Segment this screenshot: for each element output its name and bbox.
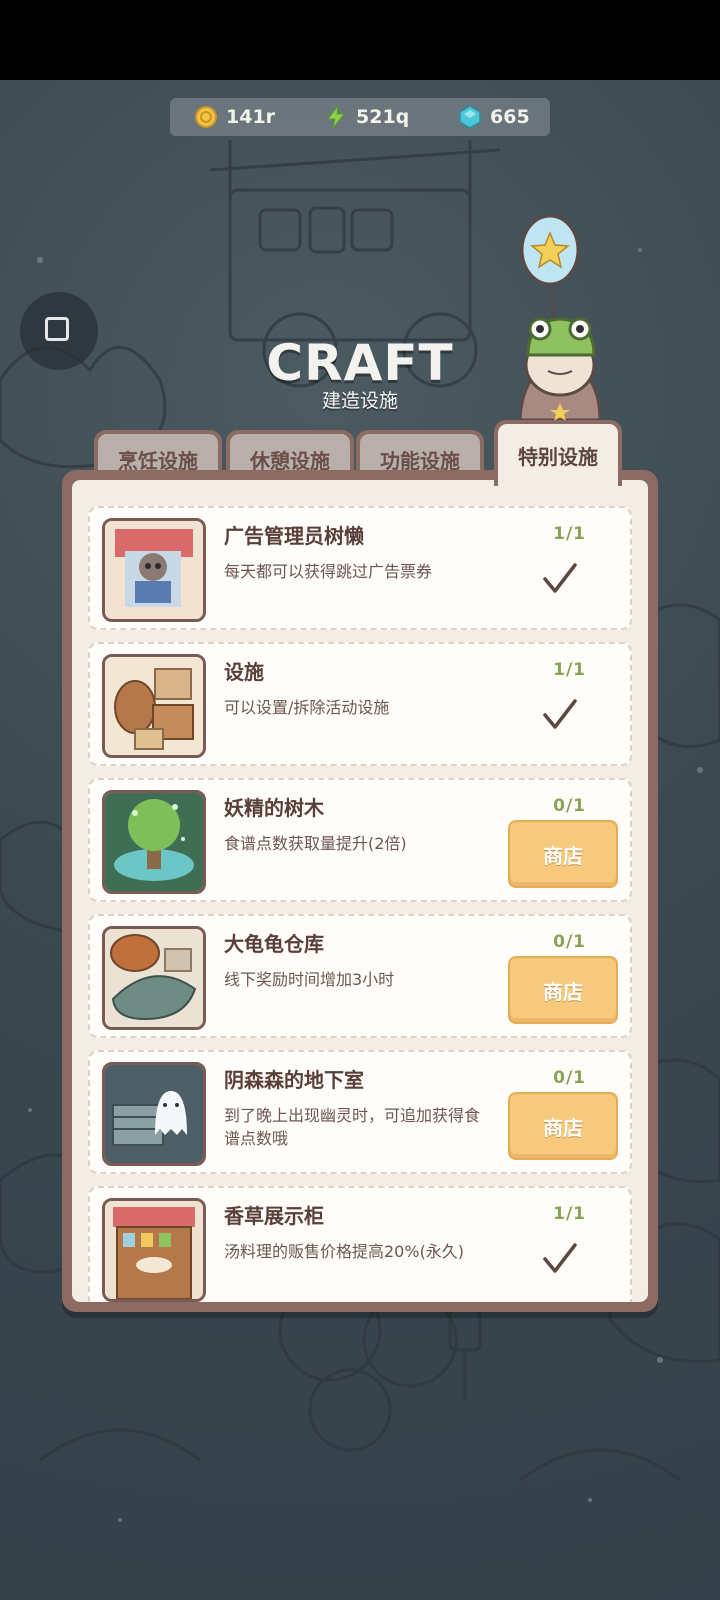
herb-cabinet-thumbnail — [102, 1198, 206, 1302]
list-item: 阴森森的地下室 到了晚上出现幽灵时，可追加获得食谱点数哦 0/1 商店 — [88, 1050, 632, 1174]
list-item: 香草展示柜 汤料理的贩售价格提高20%(永久) 1/1 — [88, 1186, 632, 1302]
item-count: 1/1 — [553, 1204, 586, 1224]
checkmark-icon — [543, 563, 577, 593]
facility-list: 广告管理员树懒 每天都可以获得跳过广告票券 1/1 设施 可以设置/拆除活动设施… — [88, 506, 632, 1302]
list-item: 设施 可以设置/拆除活动设施 1/1 — [88, 642, 632, 766]
gem-counter: 665 — [458, 105, 530, 129]
item-name: 大龟龟仓库 — [224, 932, 324, 956]
item-name: 广告管理员树懒 — [224, 524, 364, 548]
facility-panel: 广告管理员树懒 每天都可以获得跳过广告票券 1/1 设施 可以设置/拆除活动设施… — [62, 470, 658, 1312]
tab-special[interactable]: 特别设施 — [494, 420, 622, 486]
coin-value: 141r — [226, 106, 276, 128]
gem-value: 665 — [490, 106, 530, 128]
item-count: 0/1 — [553, 1068, 586, 1088]
item-name: 阴森森的地下室 — [224, 1068, 364, 1092]
shop-button[interactable]: 商店 — [508, 820, 618, 888]
turtle-warehouse-thumbnail — [102, 926, 206, 1030]
item-description: 汤料理的贩售价格提高20%(永久) — [224, 1242, 465, 1261]
item-description: 每天都可以获得跳过广告票券 — [224, 562, 433, 581]
facility-panel-inner: 广告管理员树懒 每天都可以获得跳过广告票券 1/1 设施 可以设置/拆除活动设施… — [72, 480, 648, 1302]
item-description: 可以设置/拆除活动设施 — [224, 698, 390, 717]
item-name: 香草展示柜 — [224, 1204, 324, 1228]
list-item: 广告管理员树懒 每天都可以获得跳过广告票券 1/1 — [88, 506, 632, 630]
shop-button[interactable]: 商店 — [508, 956, 618, 1024]
checkmark-icon — [543, 699, 577, 729]
basement-ghost-thumbnail — [102, 1062, 206, 1166]
star-balloon-cat — [520, 215, 602, 422]
tab-special-label: 特别设施 — [498, 424, 618, 486]
shop-button[interactable]: 商店 — [508, 1092, 618, 1160]
item-description: 食谱点数获取量提升(2倍) — [224, 834, 407, 853]
item-count: 1/1 — [553, 660, 586, 680]
gem-icon — [459, 105, 481, 129]
item-count: 0/1 — [553, 796, 586, 816]
item-name: 设施 — [224, 660, 264, 684]
currency-bar: 141r 521q 665 — [170, 98, 550, 136]
item-count: 1/1 — [553, 524, 586, 544]
item-description: 线下奖励时间增加3小时 — [224, 970, 395, 989]
barrel-crates-thumbnail — [102, 654, 206, 758]
lightning-icon — [326, 105, 346, 129]
item-name: 妖精的树木 — [224, 796, 324, 820]
item-count: 0/1 — [553, 932, 586, 952]
energy-counter: 521q — [324, 105, 409, 129]
status-bar-area — [0, 0, 720, 80]
list-item: 妖精的树木 食谱点数获取量提升(2倍) 0/1 商店 — [88, 778, 632, 902]
coin-counter: 141r — [194, 105, 275, 129]
fairy-tree-thumbnail — [102, 790, 206, 894]
item-description: 到了晚上出现幽灵时，可追加获得食谱点数哦 — [224, 1106, 481, 1148]
energy-value: 521q — [356, 106, 410, 128]
checkmark-icon — [543, 1243, 577, 1273]
coin-icon — [195, 106, 217, 128]
list-item: 大龟龟仓库 线下奖励时间增加3小时 0/1 商店 — [88, 914, 632, 1038]
sloth-thumbnail — [102, 518, 206, 622]
